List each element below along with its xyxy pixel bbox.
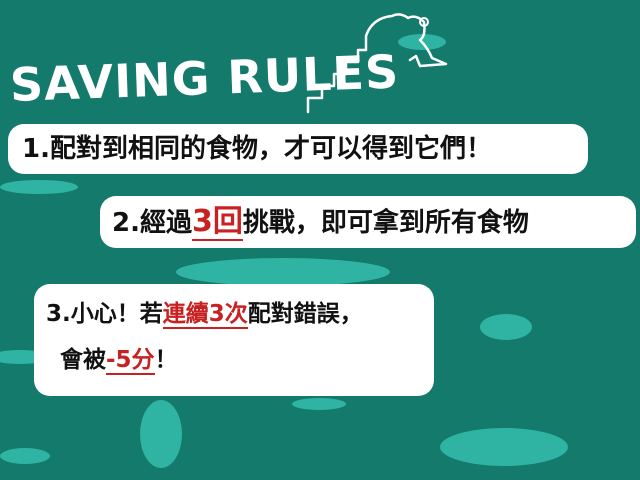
bg-blob [0, 180, 78, 194]
rule-3-line-2-prefix: 會被 [60, 347, 106, 373]
rule-2-rounds-unit: 回 [212, 204, 243, 239]
rule-card-2: 2.經過3回挑戰，即可拿到所有食物 [100, 196, 636, 248]
rule-3-prefix: 3.小心！若 [46, 301, 163, 327]
rule-2-suffix: 挑戰，即可拿到所有食物 [242, 208, 529, 238]
rule-3-line-2: 會被-5分！ [60, 340, 178, 380]
rule-3-penalty: -5分 [106, 347, 155, 375]
rule-3-line-2-suffix: ！ [154, 347, 178, 373]
rule-2-rounds: 3回 [191, 204, 243, 241]
rule-2-rounds-number: 3 [191, 204, 213, 239]
rule-3-emphasis: 連續3次 [162, 301, 248, 329]
rule-card-3: 3.小心！若連續3次配對錯誤， 會被-5分！ [34, 284, 434, 396]
bg-blob [440, 428, 568, 466]
rule-1-text: 1.配對到相同的食物，才可以得到它們！ [22, 134, 492, 164]
rule-card-1: 1.配對到相同的食物，才可以得到它們！ [8, 124, 588, 174]
bg-blob [176, 258, 390, 286]
rule-3-suffix: 配對錯誤， [247, 301, 363, 327]
bg-blob [480, 314, 532, 340]
rule-3-line-1: 3.小心！若連續3次配對錯誤， [46, 294, 363, 334]
bg-blob [292, 398, 346, 410]
bg-blob [140, 400, 182, 468]
bg-blob [0, 448, 50, 464]
rule-2-prefix: 2.經過 [112, 208, 192, 238]
